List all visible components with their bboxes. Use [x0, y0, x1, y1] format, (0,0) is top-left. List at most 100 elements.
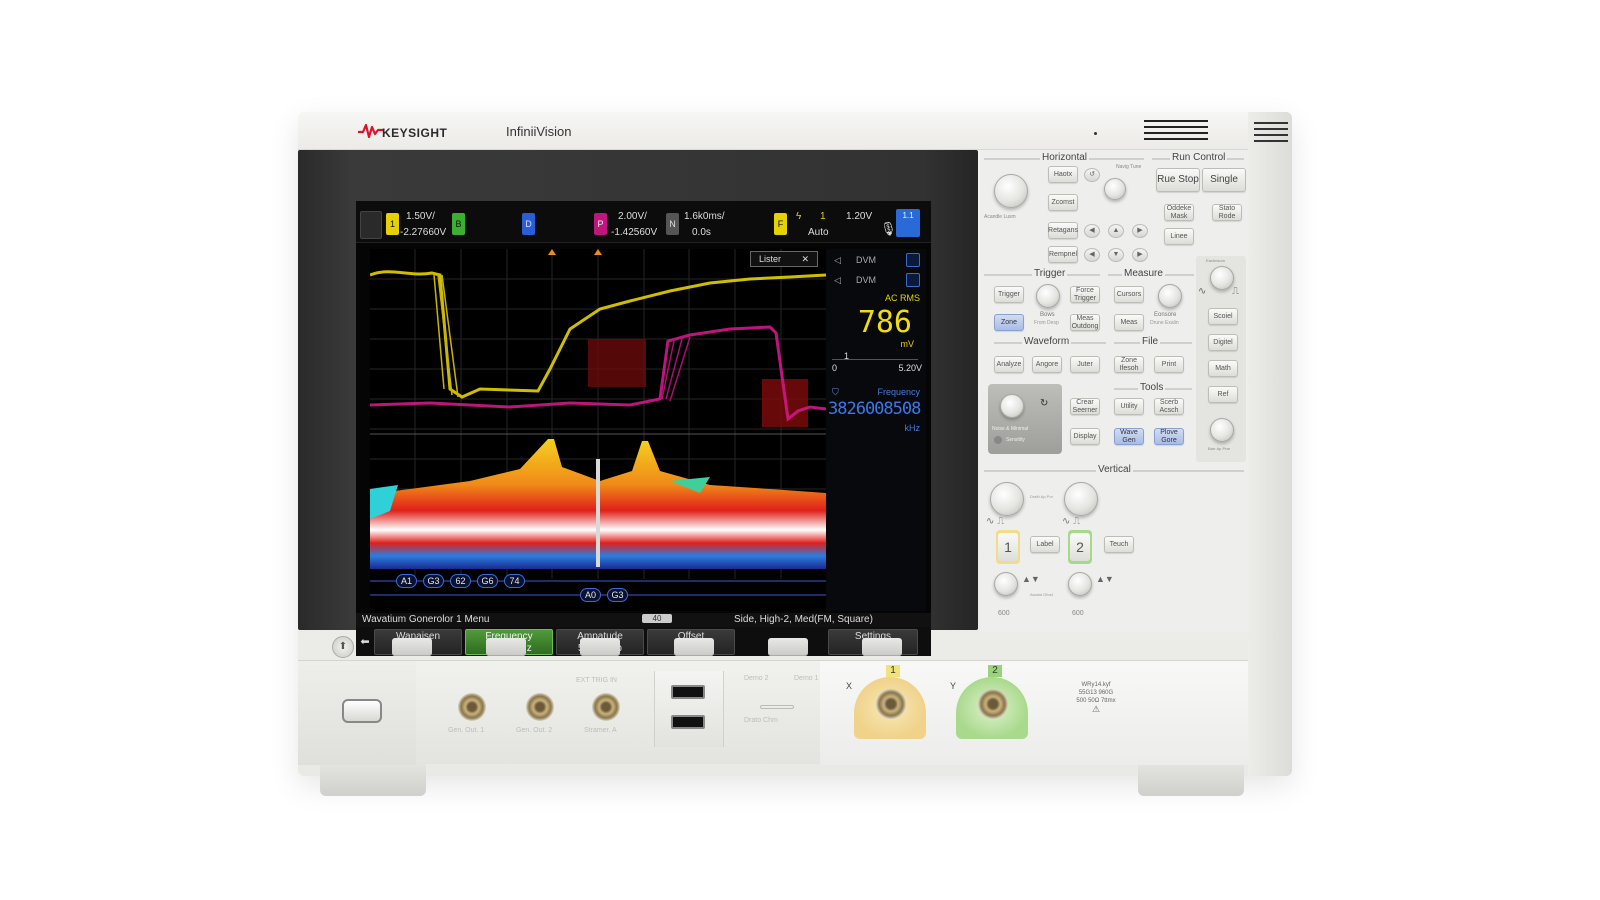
analyze-button[interactable]: Analyze: [994, 356, 1024, 373]
usb-port-icon[interactable]: [671, 685, 705, 699]
save-recall-button[interactable]: Zone Ifesoh: [1114, 356, 1144, 373]
clear-display-button[interactable]: Crear Seerner: [1070, 398, 1100, 415]
back-arrow-icon[interactable]: ⬅: [358, 631, 372, 653]
mode-button[interactable]: Stato Rode: [1212, 204, 1242, 221]
hardware-softkey-5[interactable]: [768, 638, 808, 656]
channel-1-badge[interactable]: 1: [386, 213, 399, 235]
ch1-offset-knob[interactable]: [994, 572, 1018, 596]
undo-icon[interactable]: ↺: [1084, 168, 1100, 182]
settings-icon[interactable]: ⛉: [832, 387, 839, 398]
bus-packet[interactable]: G3: [607, 588, 628, 602]
navigate-button[interactable]: Retagans: [1048, 222, 1078, 239]
dvm-row-1[interactable]: ◁ DVM: [826, 251, 926, 269]
dvm-toggle[interactable]: [906, 253, 920, 267]
bus-packet[interactable]: A0: [580, 588, 601, 602]
bus-packet[interactable]: G6: [477, 574, 498, 588]
single-button[interactable]: Single: [1202, 168, 1246, 192]
power-button-icon[interactable]: [342, 699, 382, 723]
dvm-row-2[interactable]: ◁ DVM: [826, 271, 926, 289]
horizontal-position-knob[interactable]: [1104, 178, 1126, 200]
spectrum-cursor[interactable]: [596, 459, 600, 567]
scale-knob[interactable]: [1210, 418, 1234, 442]
ch2-button[interactable]: 2: [1070, 533, 1090, 561]
trigger-level-knob[interactable]: [1036, 284, 1060, 308]
entry-knob[interactable]: [1000, 394, 1024, 418]
position-knob[interactable]: [1210, 266, 1234, 290]
utility-button[interactable]: Utility: [1114, 398, 1144, 415]
hardware-softkey-4[interactable]: [674, 638, 714, 656]
hardware-softkey-3[interactable]: [580, 638, 620, 656]
ext-trig-connector[interactable]: [592, 693, 620, 721]
channel-p-badge[interactable]: P: [594, 213, 607, 235]
zone-button[interactable]: Zone: [994, 314, 1024, 331]
arrow-up-icon[interactable]: ▲: [1108, 224, 1124, 238]
meas-outdong-button[interactable]: Meas Outdong: [1070, 314, 1100, 331]
trigger-badge[interactable]: F: [774, 213, 787, 235]
timebase-badge[interactable]: N: [666, 213, 679, 235]
lister-button[interactable]: Lister ✕: [750, 251, 818, 267]
gen-out-1-connector[interactable]: [458, 693, 486, 721]
quick-action-button[interactable]: Scerb Acsch: [1154, 398, 1184, 415]
serial-button[interactable]: Scoiel: [1208, 308, 1238, 325]
horiz-button[interactable]: Haotx: [1048, 166, 1078, 183]
arrow-left-icon[interactable]: ◀: [1084, 224, 1100, 238]
run-stop-button[interactable]: Rue Stop: [1156, 168, 1200, 192]
mask-button[interactable]: Oddeke Mask: [1164, 204, 1194, 221]
print-button[interactable]: Print: [1154, 356, 1184, 373]
horizontal-scale-knob[interactable]: [994, 174, 1028, 208]
usb-port-icon[interactable]: [671, 715, 705, 729]
gen-out-2-connector[interactable]: [526, 693, 554, 721]
arrow-left-icon[interactable]: ◀: [1084, 248, 1100, 262]
lock-icon[interactable]: [994, 436, 1002, 444]
wave-gen-button[interactable]: Wave Gen: [1114, 428, 1144, 445]
plove-gore-button[interactable]: Plove Gore: [1154, 428, 1184, 445]
trigger-button[interactable]: Trigger: [994, 286, 1024, 303]
scale-max: 5.20V: [898, 363, 922, 373]
label-button[interactable]: Label: [1030, 536, 1060, 553]
ch2-offset-knob[interactable]: [1068, 572, 1092, 596]
display-button[interactable]: Display: [1070, 428, 1100, 445]
hardware-softkey-1[interactable]: [392, 638, 432, 656]
arrow-down-icon[interactable]: ▼: [1108, 248, 1124, 262]
force-trigger-button[interactable]: Force Trigger: [1070, 286, 1100, 303]
meas-button[interactable]: Meas: [1114, 314, 1144, 331]
bus-packet[interactable]: 62: [450, 574, 471, 588]
menu-center-tab[interactable]: 40: [642, 614, 672, 623]
search-button[interactable]: Rempnel: [1048, 246, 1078, 263]
ref-button[interactable]: Ref: [1208, 386, 1238, 403]
acquire-button[interactable]: Angore: [1032, 356, 1062, 373]
demo-terminal[interactable]: [760, 705, 794, 709]
channel-1-input[interactable]: [854, 677, 926, 739]
arrow-right-icon[interactable]: ▶: [1132, 248, 1148, 262]
channel-1-bnc[interactable]: [876, 689, 906, 719]
status-indicator[interactable]: 1.1: [896, 209, 920, 237]
back-button-icon[interactable]: ⬆: [332, 636, 354, 658]
hardware-softkey-2[interactable]: [486, 638, 526, 656]
channel-d-badge[interactable]: D: [522, 213, 535, 235]
cursors-knob[interactable]: [1158, 284, 1182, 308]
digital-button[interactable]: Digitel: [1208, 334, 1238, 351]
sine-wave-icon: ∿ ⎍: [1062, 516, 1081, 527]
touch-button[interactable]: Teuch: [1104, 536, 1134, 553]
channel-b-badge[interactable]: B: [452, 213, 465, 235]
cursors-button[interactable]: Cursors: [1114, 286, 1144, 303]
channel-2-bnc[interactable]: [978, 689, 1008, 719]
bus-packet[interactable]: 74: [504, 574, 525, 588]
ch2-scale-knob[interactable]: [1064, 482, 1098, 516]
channel-2-input[interactable]: [956, 677, 1028, 739]
arrow-right-icon[interactable]: ▶: [1132, 224, 1148, 238]
limit-button[interactable]: Linee: [1164, 228, 1194, 245]
ch1-button[interactable]: 1: [998, 533, 1018, 561]
zone-box[interactable]: [588, 339, 646, 387]
bnc-label: Gen. Out. 1: [448, 727, 485, 734]
hardware-softkey-6[interactable]: [862, 638, 902, 656]
menu-key-button[interactable]: [360, 211, 382, 239]
dvm-toggle[interactable]: [906, 273, 920, 287]
zoom-button[interactable]: Zcomst: [1048, 194, 1078, 211]
math-button[interactable]: Math: [1208, 360, 1238, 377]
ch1-scale-knob[interactable]: [990, 482, 1024, 516]
bus-packet[interactable]: G3: [423, 574, 444, 588]
close-icon[interactable]: ✕: [801, 252, 809, 266]
bus-packet[interactable]: A1: [396, 574, 417, 588]
juter-button[interactable]: Juter: [1070, 356, 1100, 373]
